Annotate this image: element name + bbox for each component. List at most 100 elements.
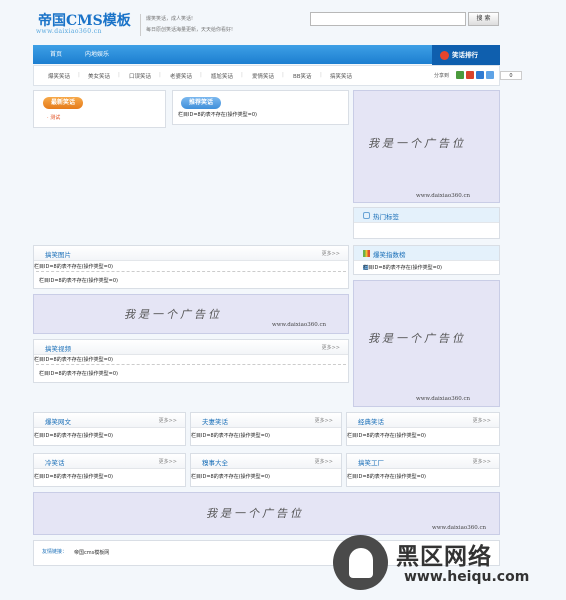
ad-banner-right-bottom[interactable]: 我是一个广告位 www.daixiao360.cn (353, 280, 500, 407)
logo-url: www.daixiao360.cn (36, 28, 102, 35)
category-title: 冷笑话 (45, 459, 65, 467)
ad-banner-middle[interactable]: 我是一个广告位 www.daixiao360.cn (33, 294, 349, 334)
funny-video-header: 搞笑视频 更多>> (34, 340, 348, 355)
category-more-link[interactable]: 更多>> (315, 417, 333, 424)
category-more-link[interactable]: 更多>> (315, 458, 333, 465)
subnav-item[interactable]: 老婆笑话 (170, 72, 192, 80)
ad-text: 我是一个广告位 (368, 137, 466, 150)
watermark-title: 黑区网络 (396, 544, 492, 570)
funny-index-line: 栏目ID=8的表不存在(操作类型=0) (363, 265, 442, 271)
funny-pics-more-link[interactable]: 更多>> (322, 250, 340, 257)
hot-tags-panel: 热门标签 (353, 207, 500, 239)
rank-tab[interactable]: 笑话排行 (432, 45, 500, 66)
category-panel-4: 冷笑话 更多>> 栏目ID=8的表不存在(操作类型=0) (33, 453, 186, 487)
main-navbar: 首页 内地娱乐 (33, 45, 500, 64)
category-title: 夫妻笑话 (202, 418, 228, 426)
ad-url: www.daixiao360.cn (432, 525, 487, 531)
nav-item-entertainment[interactable]: 内地娱乐 (77, 45, 117, 64)
funny-index-panel: 爆笑指数榜 栏目ID=8的表不存在(操作类型=0) (353, 245, 500, 275)
category-title: 经典笑话 (358, 418, 384, 426)
funny-index-header: 爆笑指数榜 (354, 246, 499, 261)
recommend-text: 栏目ID=8的表不存在(操作类型=0) (178, 112, 257, 118)
subnav-divider: | (200, 72, 202, 78)
friendly-link-item[interactable]: 帝国cms模板网 (74, 549, 109, 556)
category-header: 糗事大全 更多>> (191, 454, 341, 469)
share-more-icon[interactable] (486, 71, 494, 79)
nav-item-home[interactable]: 首页 (41, 45, 71, 64)
category-more-link[interactable]: 更多>> (473, 458, 491, 465)
latest-joke-title: 测试 (50, 115, 61, 121)
category-line: 栏目ID=8的表不存在(操作类型=0) (347, 474, 426, 480)
ad-url: www.daixiao360.cn (416, 396, 471, 402)
logo-title[interactable]: 帝国CMS模板 (38, 10, 131, 30)
latest-joke-link[interactable]: · 测试 (47, 114, 60, 121)
funny-video-section: 搞笑视频 更多>> 栏目ID=8的表不存在(操作类型=0) 栏目ID=8的表不存… (33, 339, 349, 383)
header-slogan: 爆笑笑话，成人笑话! 每日原创笑话海量更新，天天给你看好! (140, 14, 233, 36)
category-header: 夫妻笑话 更多>> (191, 413, 341, 428)
category-title: 搞笑工厂 (358, 459, 384, 467)
ad-banner-bottom[interactable]: 我是一个广告位 www.daixiao360.cn (33, 492, 500, 535)
category-header: 冷笑话 更多>> (34, 454, 185, 469)
category-panel-5: 糗事大全 更多>> 栏目ID=8的表不存在(操作类型=0) (190, 453, 342, 487)
sub-navbar: 爆笑笑话 | 美女笑话 | 口误笑话 | 老婆笑话 | 尴尬笑话 | 爱情笑话 … (33, 65, 522, 86)
category-line: 栏目ID=8的表不存在(操作类型=0) (34, 474, 113, 480)
category-header: 搞笑工厂 更多>> (347, 454, 499, 469)
category-panel-2: 夫妻笑话 更多>> 栏目ID=8的表不存在(操作类型=0) (190, 412, 342, 446)
subnav-item[interactable]: 口误笑话 (129, 72, 151, 80)
rank-label: 笑话排行 (452, 51, 478, 59)
subnav-item[interactable]: BB笑话 (293, 72, 312, 80)
latest-jokes-tag: 最新笑话 (43, 97, 84, 109)
friendly-links-label: 友情链接： (42, 549, 68, 555)
slogan-line-2: 每日原创笑话海量更新，天天给你看好! (146, 27, 234, 33)
share-count: 0 (500, 71, 522, 80)
category-panel-1: 爆笑网文 更多>> 栏目ID=8的表不存在(操作类型=0) (33, 412, 186, 446)
ad-text: 我是一个广告位 (206, 507, 304, 520)
watermark-url: www.heiqu.com (404, 569, 530, 585)
divider (36, 364, 346, 365)
share-weibo-icon[interactable] (466, 71, 474, 79)
watermark-mushroom-icon (349, 548, 373, 578)
funny-video-more-link[interactable]: 更多>> (322, 344, 340, 351)
category-title: 爆笑网文 (45, 418, 71, 426)
funny-pics-title: 搞笑图片 (45, 251, 71, 259)
search-button[interactable]: 搜 索 (468, 12, 499, 26)
ad-text: 我是一个广告位 (124, 308, 222, 321)
funny-video-line: 栏目ID=8的表不存在(操作类型=0) (34, 357, 113, 363)
ad-url: www.daixiao360.cn (416, 193, 471, 199)
subnav-item[interactable]: 爆笑笑话 (48, 72, 70, 80)
search-input[interactable] (310, 12, 466, 26)
subnav-item[interactable]: 爱情笑话 (252, 72, 274, 80)
subnav-divider: | (241, 72, 243, 78)
subnav-divider: | (118, 72, 120, 78)
category-more-link[interactable]: 更多>> (159, 417, 177, 424)
category-more-link[interactable]: 更多>> (159, 458, 177, 465)
funny-pics-header: 搞笑图片 更多>> (34, 246, 348, 261)
recommend-jokes-panel: 推荐笑话 栏目ID=8的表不存在(操作类型=0) (172, 90, 349, 125)
slogan-line-1: 爆笑笑话，成人笑话! (146, 16, 194, 22)
subnav-item[interactable]: 搞笑笑话 (330, 72, 352, 80)
subnav-item[interactable]: 尴尬笑话 (211, 72, 233, 80)
funny-pics-section: 搞笑图片 更多>> 栏目ID=8的表不存在(操作类型=0) 栏目ID=8的表不存… (33, 245, 349, 289)
category-more-link[interactable]: 更多>> (473, 417, 491, 424)
tag-icon (363, 212, 370, 219)
category-panel-6: 搞笑工厂 更多>> 栏目ID=8的表不存在(操作类型=0) (346, 453, 500, 487)
subnav-item[interactable]: 美女笑话 (88, 72, 110, 80)
subnav-divider: | (282, 72, 284, 78)
recommend-jokes-tag: 推荐笑话 (181, 97, 222, 109)
rank-icon (440, 51, 449, 60)
ad-text: 我是一个广告位 (368, 332, 466, 345)
category-line: 栏目ID=8的表不存在(操作类型=0) (347, 433, 426, 439)
funny-pics-line: 栏目ID=8的表不存在(操作类型=0) (34, 264, 113, 270)
subnav-divider: | (78, 72, 80, 78)
subnav-divider: | (159, 72, 161, 78)
hot-tags-title: 热门标签 (373, 213, 399, 221)
share-qq-icon[interactable] (476, 71, 484, 79)
funny-video-line: 栏目ID=8的表不存在(操作类型=0) (39, 371, 118, 377)
category-line: 栏目ID=8的表不存在(操作类型=0) (191, 433, 270, 439)
hot-tags-header: 热门标签 (354, 208, 499, 223)
ad-banner-right-top[interactable]: 我是一个广告位 www.daixiao360.cn (353, 90, 500, 203)
ad-url: www.daixiao360.cn (272, 322, 327, 328)
share-qzone-icon[interactable] (456, 71, 464, 79)
category-line: 栏目ID=8的表不存在(操作类型=0) (191, 474, 270, 480)
category-header: 经典笑话 更多>> (347, 413, 499, 428)
